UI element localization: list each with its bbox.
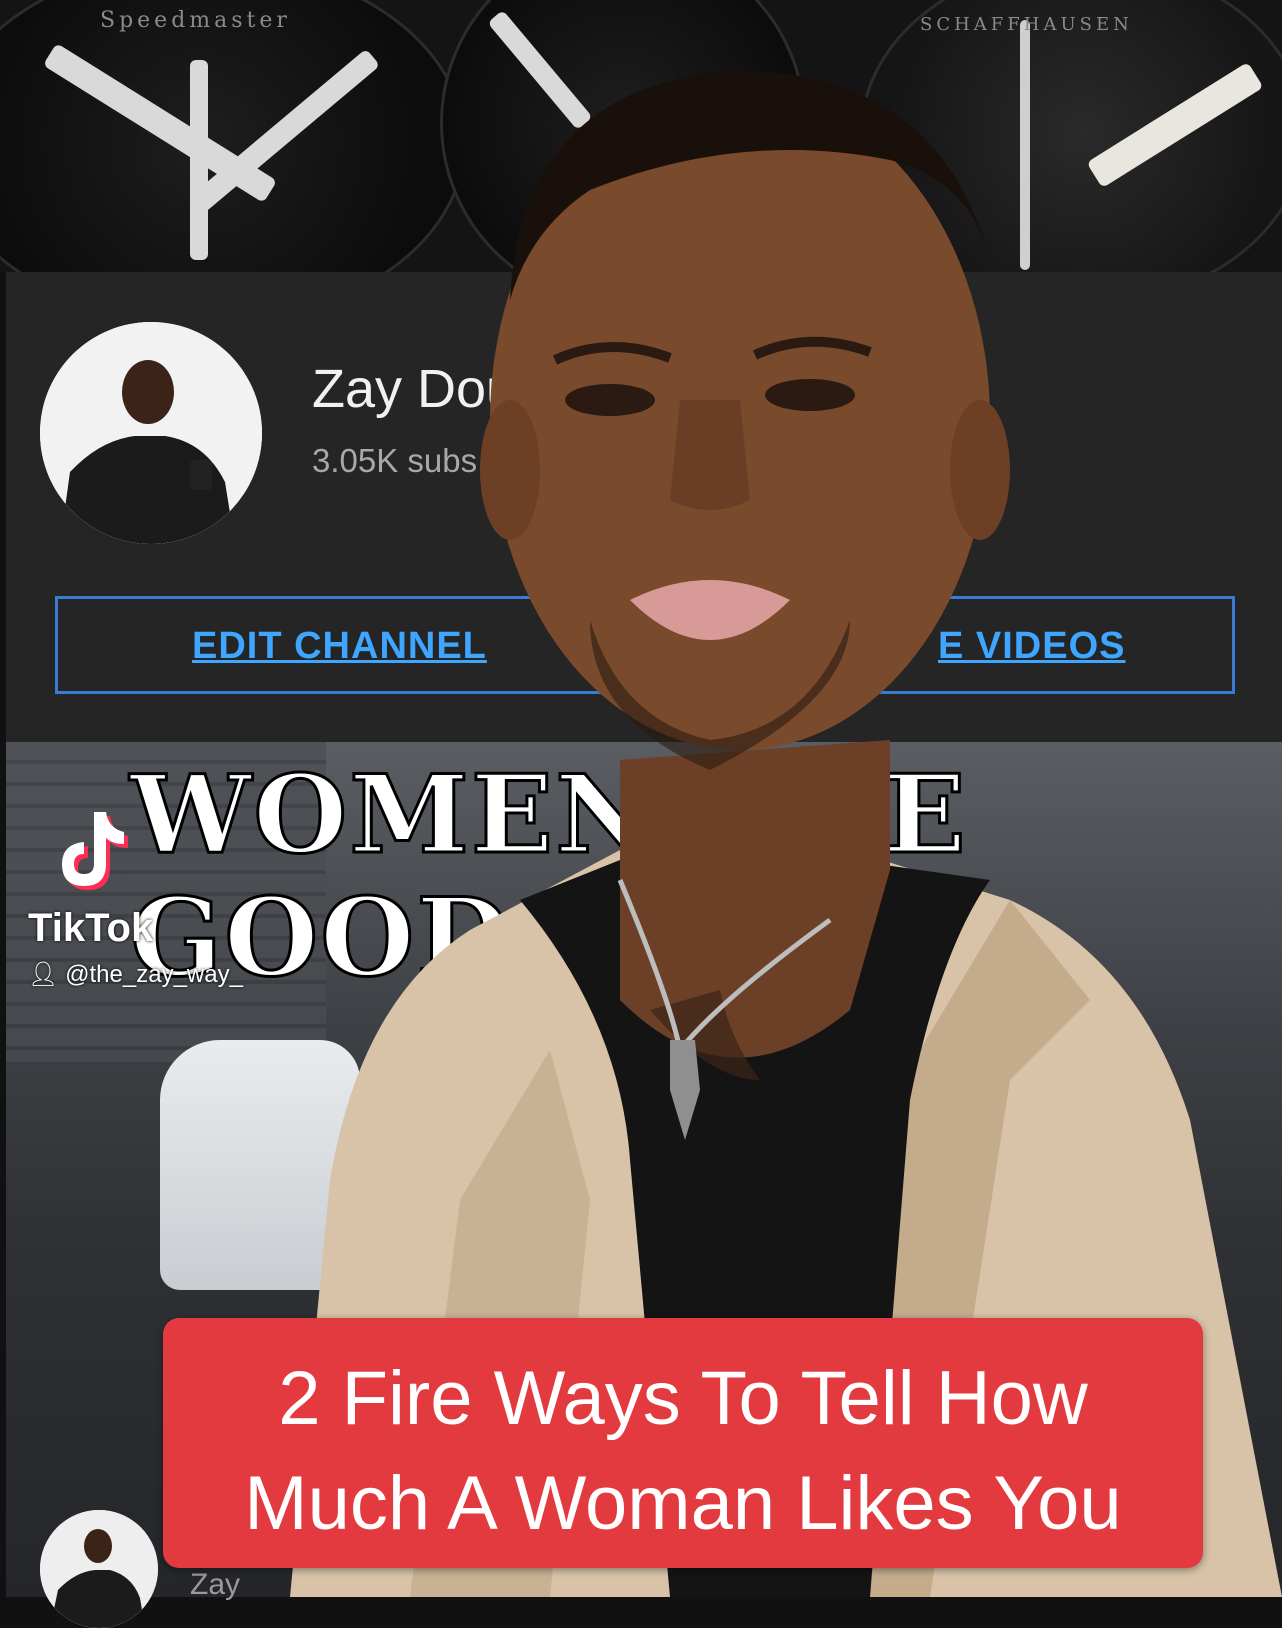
watch-brand-left: Speedmaster xyxy=(100,8,291,33)
user-icon: 👤︎ xyxy=(28,961,59,988)
watch-hand xyxy=(190,60,208,260)
tiktok-brand-text: TikTok xyxy=(28,906,154,950)
caption-line2: Much A Woman Likes You xyxy=(244,1461,1122,1546)
channel-avatar[interactable] xyxy=(40,322,262,544)
bottom-channel-avatar[interactable] xyxy=(40,1510,158,1628)
tiktok-username: 👤︎ @the_zay_way_ xyxy=(28,960,243,989)
tiktok-username-text: @the_zay_way_ xyxy=(65,961,243,988)
tiktok-logo-icon xyxy=(62,812,128,890)
caption-line1: 2 Fire Ways To Tell How xyxy=(278,1356,1088,1441)
